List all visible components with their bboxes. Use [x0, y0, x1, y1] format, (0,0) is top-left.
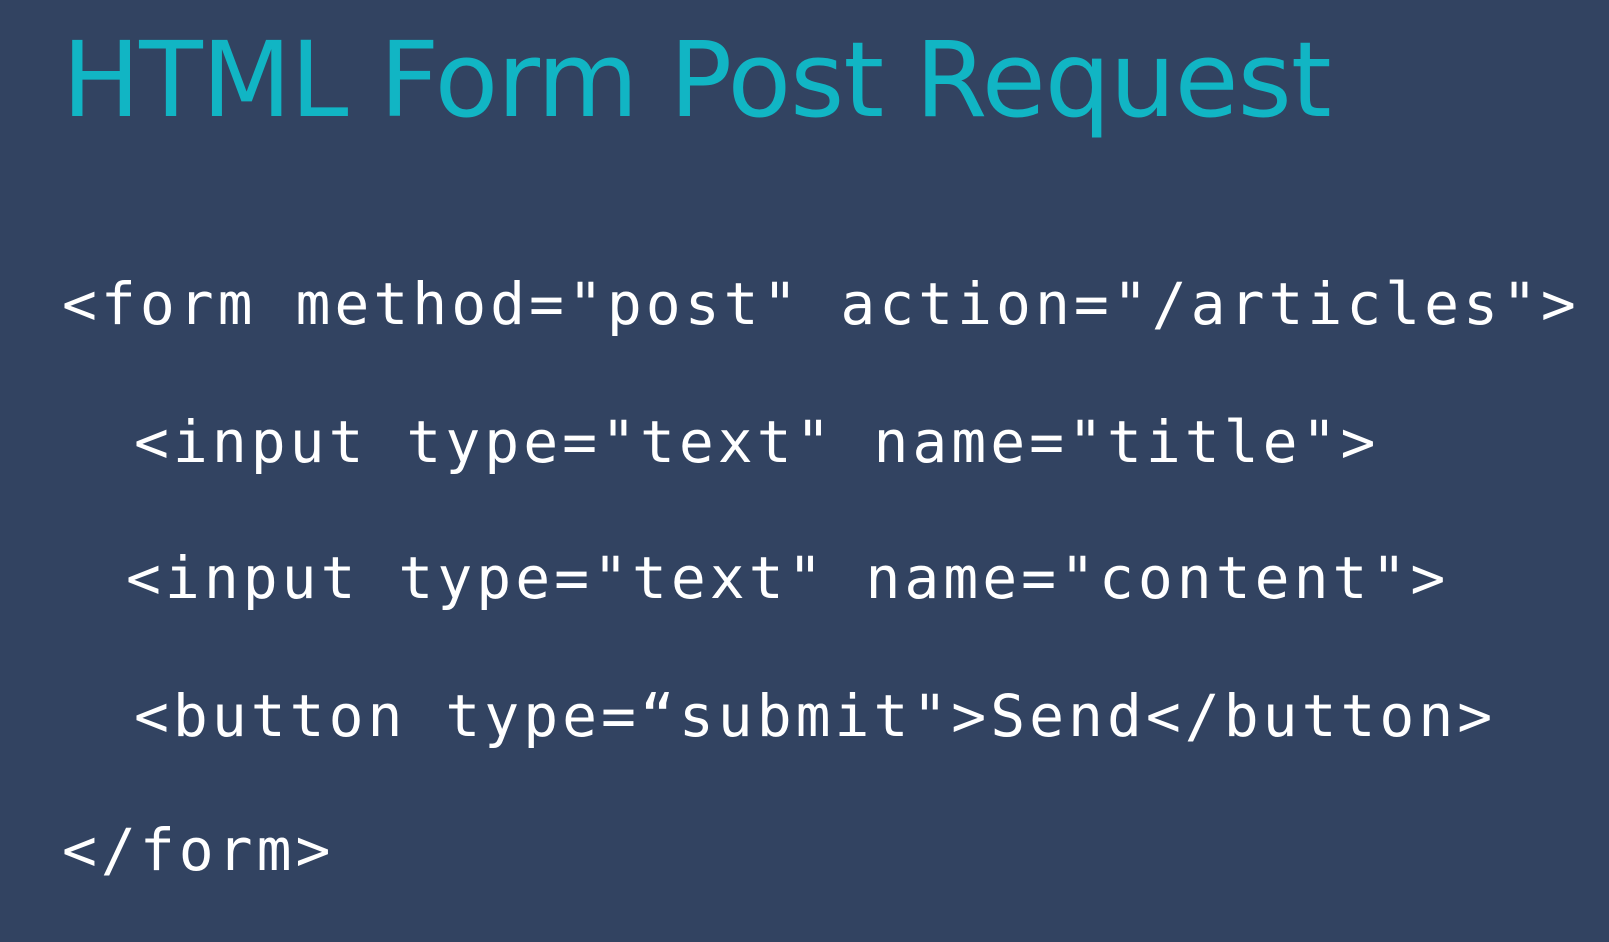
code-line-input-content: <input type="text" name="content"> — [126, 544, 1450, 612]
code-line-form-open: <form method="post" action="/articles"> — [62, 270, 1580, 338]
slide-title: HTML Form Post Request — [62, 19, 1332, 141]
code-line-button-submit: <button type=“submit">Send</button> — [134, 682, 1497, 750]
code-line-form-close: </form> — [62, 816, 335, 884]
code-line-input-title: <input type="text" name="title"> — [134, 408, 1380, 476]
slide: HTML Form Post Request <form method="pos… — [0, 0, 1609, 942]
